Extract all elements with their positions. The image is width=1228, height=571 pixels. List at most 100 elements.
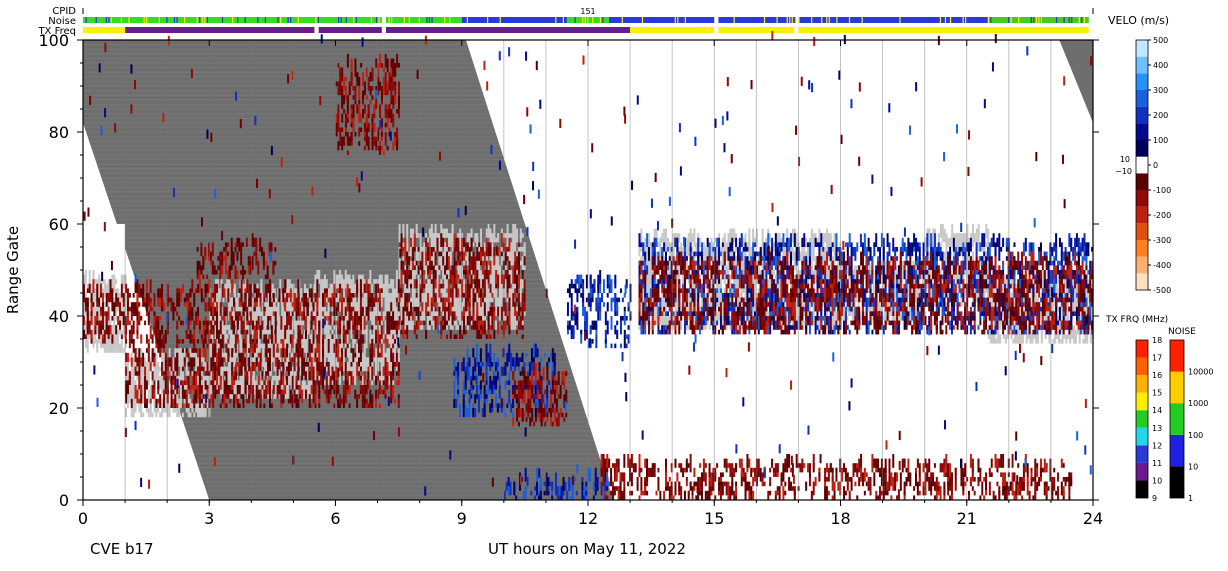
echo-cell: [454, 288, 456, 293]
echo-cell: [438, 270, 440, 275]
echo-cell: [113, 298, 115, 303]
echo-cell: [491, 247, 493, 261]
echo-cell: [388, 298, 390, 303]
echo-cell: [909, 307, 911, 312]
echo-cell: [188, 399, 190, 404]
noise-strip-tick: [851, 17, 852, 23]
echo-cell: [452, 242, 454, 247]
txfreq-strip-segment: [798, 27, 1088, 33]
echo-cell: [102, 344, 104, 349]
echo-cell: [520, 261, 522, 266]
echo-cell: [117, 288, 119, 297]
echo-cell: [385, 321, 387, 326]
noise-strip-tick: [935, 17, 936, 23]
echo-cell: [512, 316, 514, 330]
echo-cell: [385, 325, 387, 334]
echo-cell: [686, 252, 688, 257]
echo-cell: [104, 279, 106, 288]
noise-strip-tick: [265, 17, 266, 23]
noise-strip-tick: [257, 17, 258, 23]
echo-cell: [444, 242, 446, 247]
echo-cell: [332, 362, 334, 367]
echo-cell: [508, 288, 510, 297]
echo-cell: [119, 344, 121, 353]
noise-strip-tick: [1056, 17, 1057, 23]
echo-cell: [180, 348, 182, 362]
echo-cell: [640, 302, 642, 311]
echo-cell: [131, 380, 133, 385]
echo-cell: [169, 408, 171, 413]
echo-cell: [373, 279, 375, 284]
echo-cell: [333, 325, 335, 330]
echo-cell: [480, 229, 482, 238]
echo-cell: [703, 242, 705, 251]
echo-cell: [306, 385, 308, 390]
echo-cell: [318, 298, 320, 312]
echo-cell: [779, 279, 781, 284]
echo-cell: [98, 307, 100, 312]
echo-cell: [274, 376, 276, 381]
echo-cell: [398, 357, 400, 362]
echo-cell: [276, 353, 278, 358]
echo-cell: [463, 261, 465, 266]
echo-cell: [258, 307, 260, 312]
echo-cell: [499, 265, 501, 274]
echo-cell: [983, 288, 985, 293]
echo-cell: [442, 270, 444, 279]
echo-cell: [652, 270, 654, 275]
echo-cell: [765, 238, 767, 243]
echo-cell: [480, 275, 482, 280]
echo-cell: [412, 270, 414, 275]
noise-strip-tick: [1081, 17, 1082, 23]
echo-cell: [410, 298, 412, 303]
echo-cell: [201, 357, 203, 362]
echo-cell: [450, 256, 452, 261]
echo-cell: [330, 325, 332, 330]
echo-cell: [446, 279, 448, 288]
echo-cell: [491, 242, 493, 247]
plot-area: [83, 31, 1094, 500]
echo-cell: [729, 275, 731, 289]
echo-cell: [710, 247, 712, 252]
echo-cell: [807, 279, 809, 284]
echo-cell: [399, 224, 401, 238]
echo-cell: [767, 279, 769, 288]
echo-cell: [955, 242, 957, 247]
echo-cell: [663, 229, 665, 243]
noise-strip-tick: [121, 17, 122, 23]
echo-cell: [446, 270, 448, 275]
echo-cell: [375, 348, 377, 357]
echo-cell: [442, 229, 444, 238]
noise-strip-tick: [106, 17, 107, 23]
echo-cell: [659, 238, 661, 243]
echo-cell: [729, 252, 731, 257]
echo-cell: [289, 330, 291, 335]
echo-cell: [822, 233, 824, 247]
echo-cell: [418, 293, 420, 298]
echo-cell: [805, 238, 807, 247]
echo-cell: [333, 357, 335, 362]
echo-cell: [367, 357, 369, 362]
noise-strip-tick: [199, 17, 200, 23]
echo-cell: [142, 390, 144, 395]
noise-strip-tick: [587, 17, 588, 23]
echo-cell: [358, 275, 360, 289]
echo-cell: [471, 270, 473, 275]
echo-cell: [224, 367, 226, 372]
echo-cell: [274, 288, 276, 293]
echo-cell: [705, 247, 707, 256]
noise-strip-tick: [419, 17, 420, 23]
noise-strip-tick: [404, 17, 405, 23]
echo-cell: [347, 362, 349, 371]
echo-cell: [718, 293, 720, 307]
echo-cell: [450, 252, 452, 257]
echo-cell: [383, 316, 385, 321]
echo-cell: [465, 256, 467, 261]
echo-cell: [488, 298, 490, 307]
echo-cell: [226, 325, 228, 330]
echo-cell: [366, 298, 368, 307]
noise-strip-tick: [1018, 17, 1019, 23]
echo-cell: [501, 256, 503, 261]
echo-cell: [657, 242, 659, 247]
echo-cell: [779, 284, 781, 289]
